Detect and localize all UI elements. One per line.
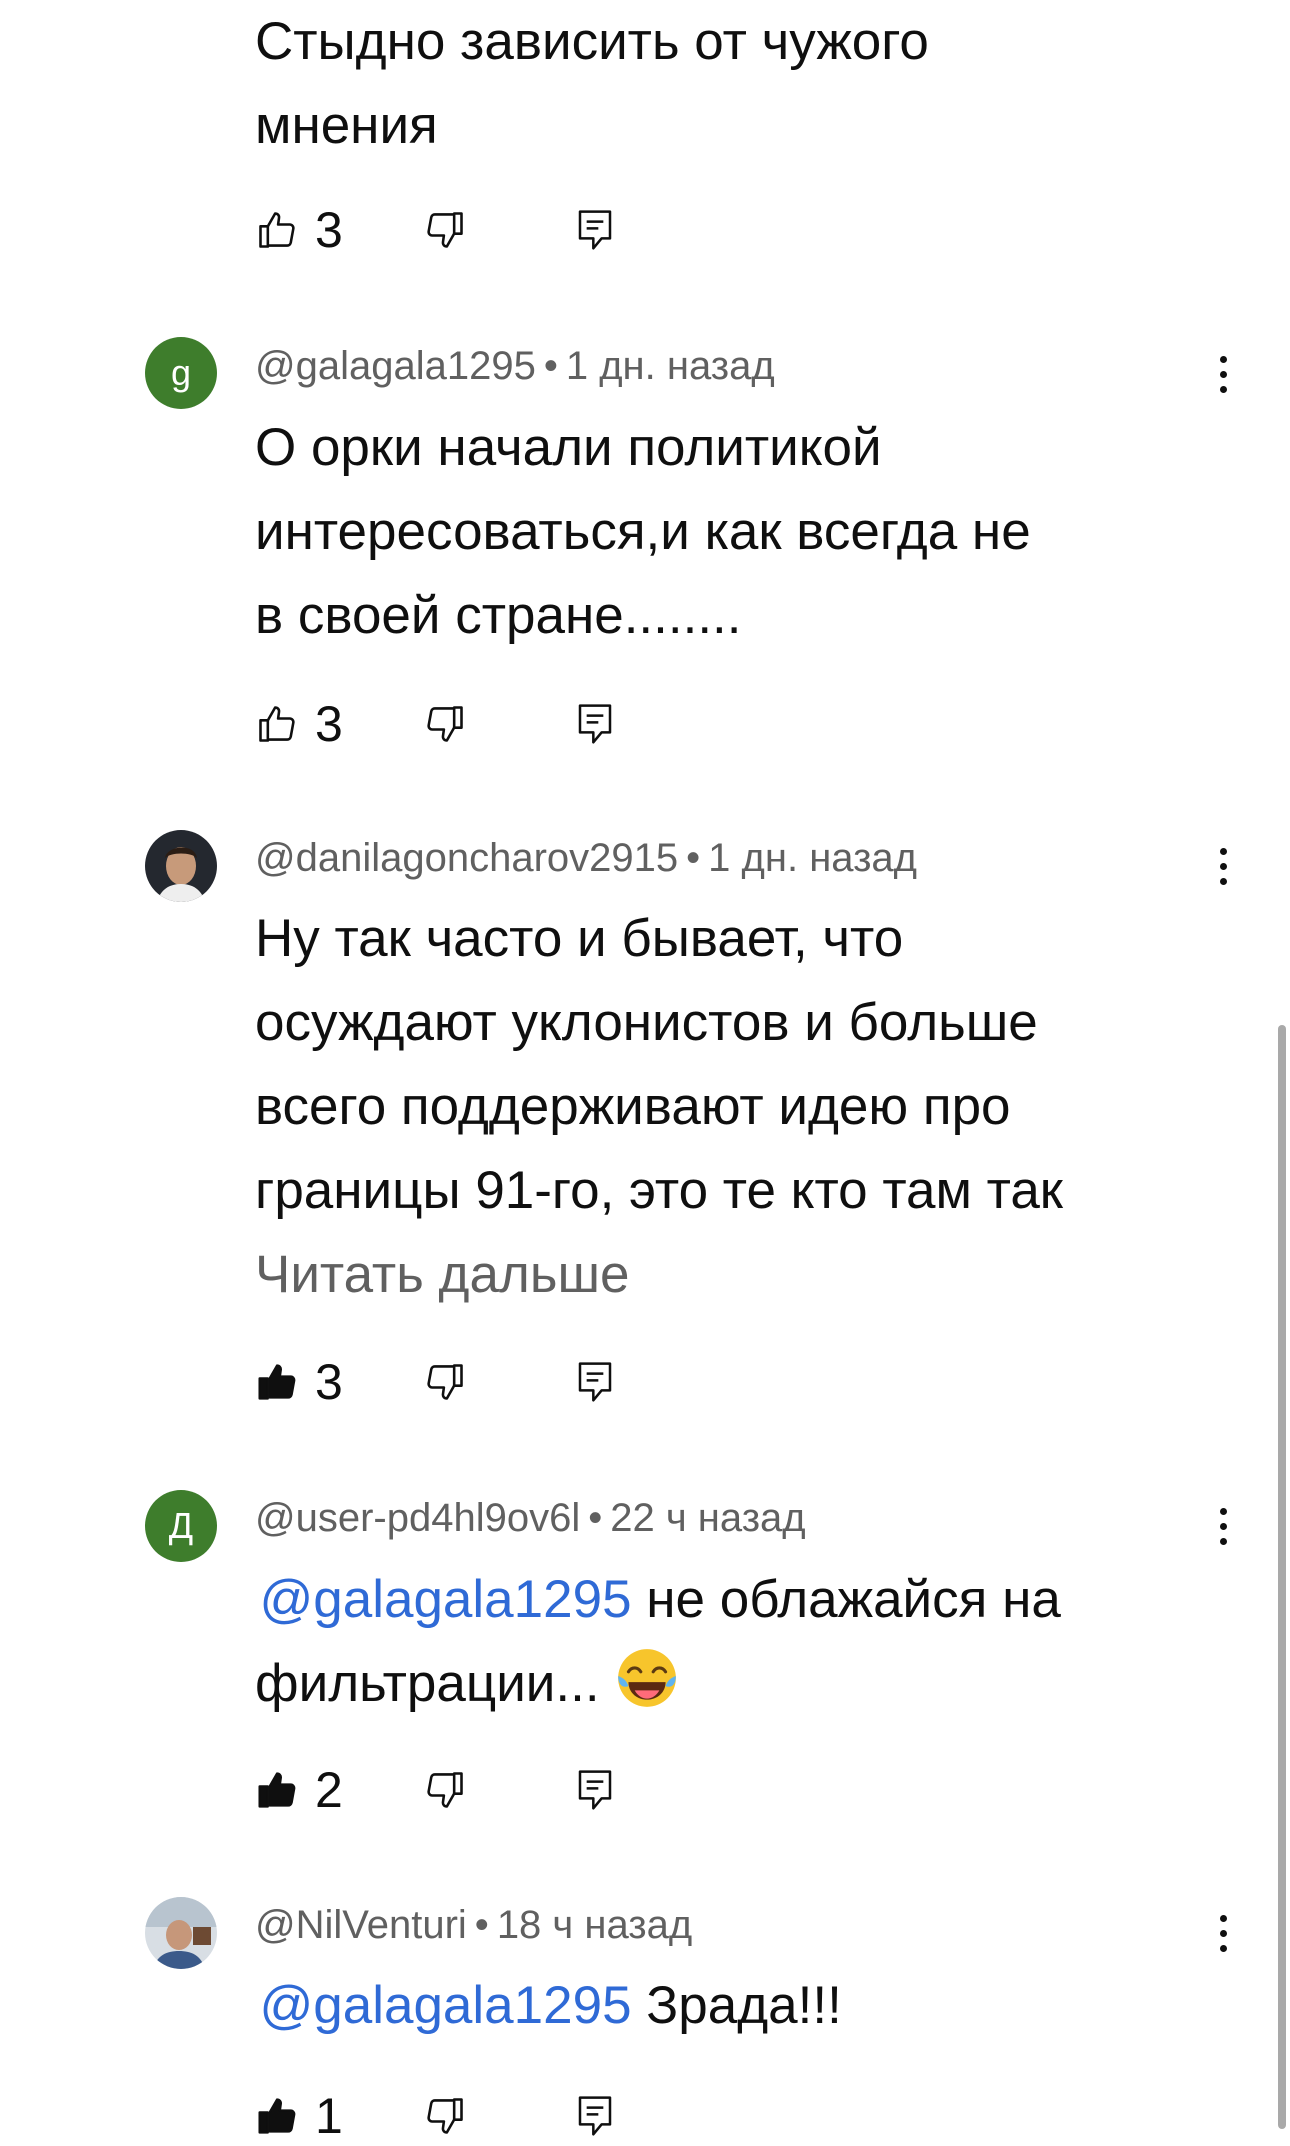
comment-meta: @user-pd4hl9ov6l • 22 ч назад [255, 1496, 806, 1540]
reply-comment-icon [578, 2096, 612, 2136]
dislike-button[interactable] [423, 1760, 467, 1820]
comment-text: @galagala1295 не облажайся на фильтрации… [255, 1570, 1061, 1713]
comment-time[interactable]: 18 ч назад [497, 1903, 692, 1947]
user-photo-avatar [145, 1897, 217, 1969]
author-handle[interactable]: @user-pd4hl9ov6l [255, 1496, 580, 1540]
like-count: 3 [315, 202, 343, 258]
comment-text: Ну так часто и бывает, что осуждают укло… [255, 909, 1063, 1220]
comment-time[interactable]: 1 дн. назад [708, 836, 917, 880]
author-handle[interactable]: @galagala1295 [255, 344, 536, 388]
like-count: 3 [315, 696, 343, 752]
dislike-button[interactable] [423, 694, 467, 754]
thumbs-up-filled-icon [258, 1772, 296, 1808]
like-count: 3 [315, 1354, 343, 1410]
comment-actions: 3 [255, 694, 675, 754]
more-options-icon[interactable] [1208, 838, 1238, 894]
thumbs-down-outline-icon [427, 706, 463, 742]
comment-actions: 1 [255, 2086, 675, 2146]
comment-meta: @danilagoncharov2915 • 1 дн. назад [255, 836, 917, 880]
reply-button[interactable] [575, 694, 615, 754]
more-options-icon[interactable] [1208, 1905, 1238, 1961]
reply-button[interactable] [575, 2086, 615, 2146]
read-more-link[interactable]: Читать дальше [255, 1233, 629, 1317]
thumbs-up-filled-icon [258, 1364, 296, 1400]
scrollbar[interactable] [1278, 1025, 1286, 2129]
more-options-icon[interactable] [1208, 1498, 1238, 1554]
dislike-button[interactable] [423, 1352, 467, 1412]
author-handle[interactable]: @NilVenturi [255, 1903, 467, 1947]
comment-actions: 2 [255, 1760, 675, 1820]
face-with-tears-of-joy-emoji [617, 1649, 676, 1707]
reply-comment-icon [578, 1362, 612, 1402]
comment-text: Стыдно зависить от чужого мнения [255, 12, 929, 155]
like-count: 1 [315, 2088, 343, 2144]
reply-comment-icon [578, 1770, 612, 1810]
thumbs-down-outline-icon [427, 2098, 463, 2134]
like-count: 2 [315, 1762, 343, 1818]
thumbs-down-outline-icon [427, 1772, 463, 1808]
comments-list: Стыдно зависить от чужого мнения 3 g @ga… [0, 0, 1290, 2144]
like-button[interactable]: 3 [255, 694, 343, 754]
like-button[interactable]: 2 [255, 1760, 343, 1820]
avatar[interactable] [145, 1897, 217, 1969]
dislike-button[interactable] [423, 200, 467, 260]
reply-button[interactable] [575, 1760, 615, 1820]
comment-actions: 3 [255, 200, 675, 260]
user-photo-avatar [145, 830, 217, 902]
like-button[interactable]: 3 [255, 1352, 343, 1412]
comment-time[interactable]: 22 ч назад [610, 1496, 805, 1540]
reply-button[interactable] [575, 200, 615, 260]
like-button[interactable]: 3 [255, 200, 343, 260]
mention-link[interactable]: @galagala1295 [259, 1570, 631, 1629]
thumbs-down-outline-icon [427, 212, 463, 248]
reply-comment-icon [578, 210, 612, 250]
comment-time[interactable]: 1 дн. назад [566, 344, 775, 388]
comment-text: О орки начали политикой интересоваться,и… [255, 418, 1031, 645]
comment-meta: @NilVenturi • 18 ч назад [255, 1903, 693, 1947]
comment-meta: @galagala1295 • 1 дн. назад [255, 344, 775, 388]
thumbs-up-outline-icon [259, 706, 295, 742]
thumbs-down-outline-icon [427, 1364, 463, 1400]
dislike-button[interactable] [423, 2086, 467, 2146]
comment-actions: 3 [255, 1352, 675, 1412]
avatar[interactable]: Д [145, 1490, 217, 1562]
more-options-icon[interactable] [1208, 346, 1238, 402]
reply-comment-icon [578, 704, 612, 744]
mention-link[interactable]: @galagala1295 [259, 1976, 631, 2035]
author-handle[interactable]: @danilagoncharov2915 [255, 836, 678, 880]
thumbs-up-outline-icon [259, 212, 295, 248]
reply-button[interactable] [575, 1352, 615, 1412]
comment-text: @galagala1295 Зрада!!! [259, 1976, 842, 2035]
like-button[interactable]: 1 [255, 2086, 343, 2146]
thumbs-up-filled-icon [258, 2098, 296, 2134]
avatar[interactable]: g [145, 337, 217, 409]
avatar[interactable] [145, 830, 217, 902]
